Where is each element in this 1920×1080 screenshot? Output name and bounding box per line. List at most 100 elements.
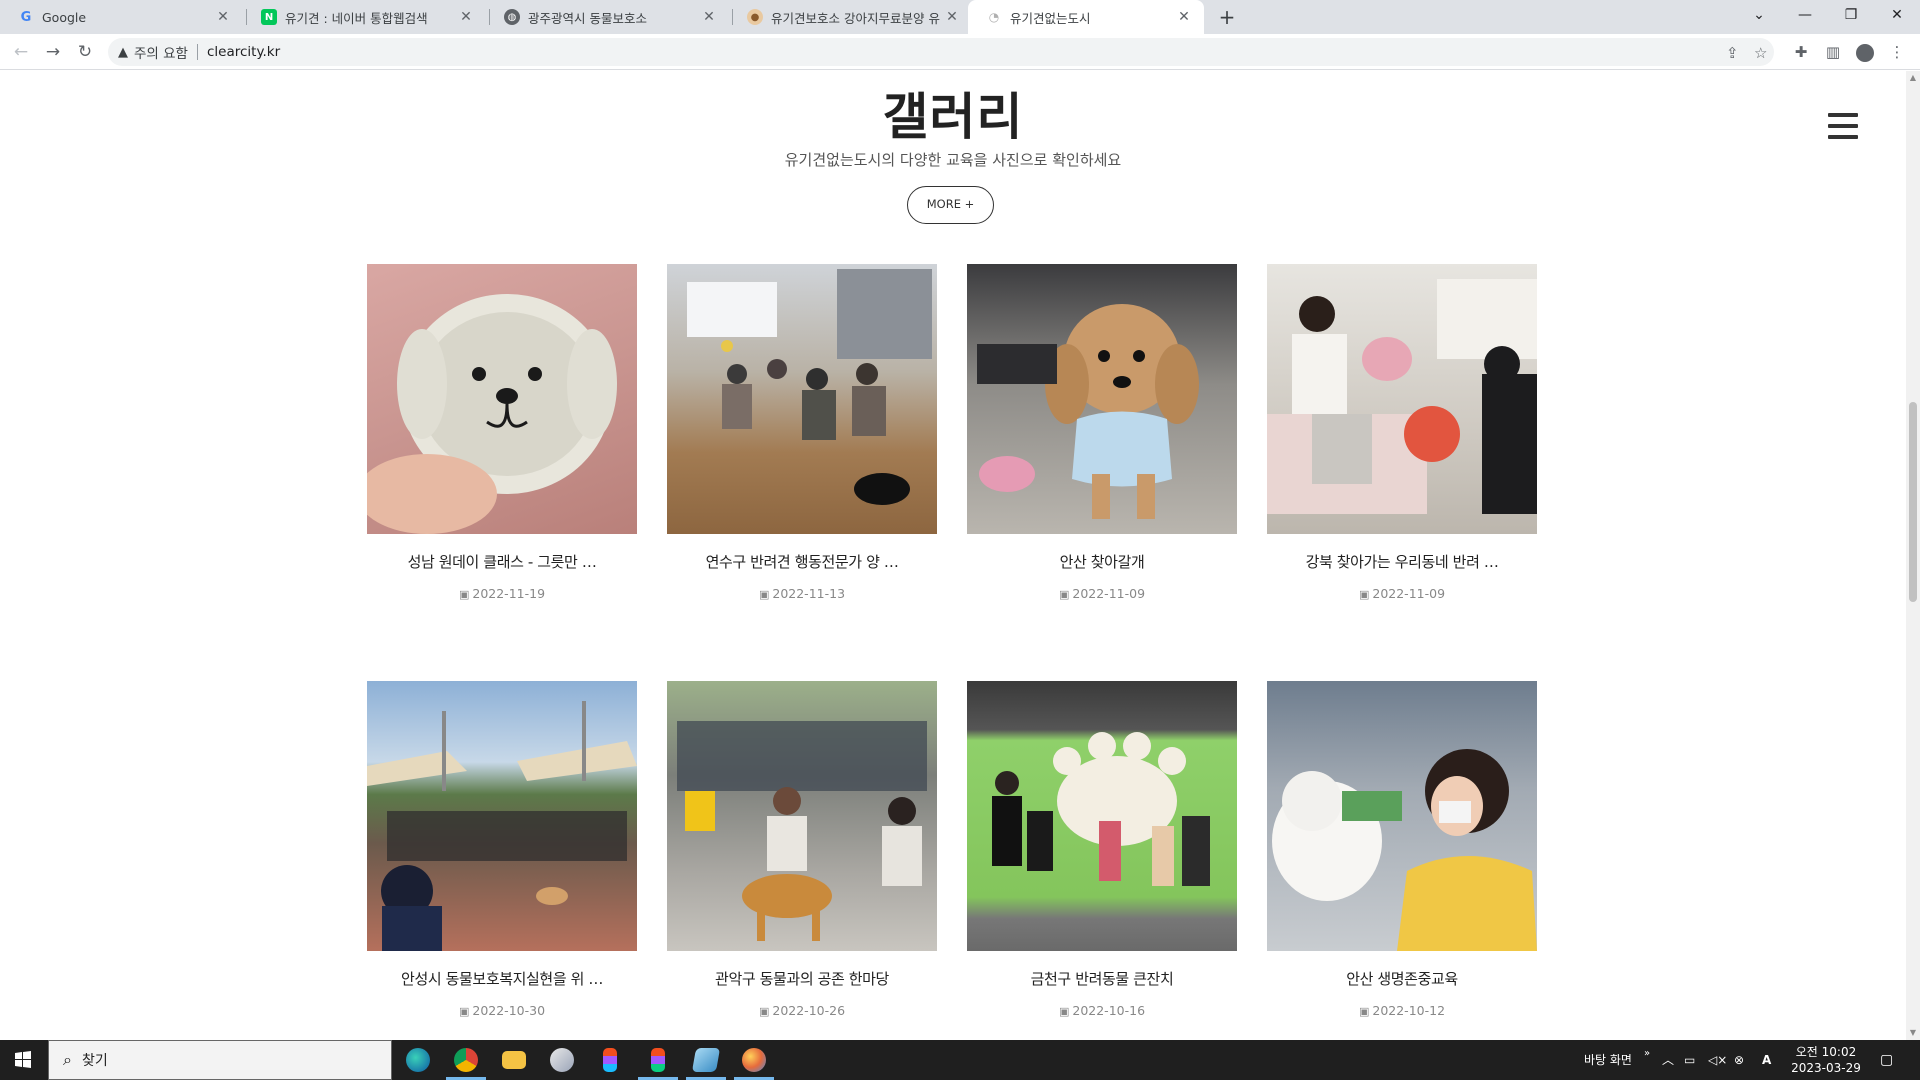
gallery-photo-outdoor-event[interactable] [367, 681, 637, 951]
tab-naver[interactable]: N 유기견 : 네이버 통합웹검색 ✕ [243, 0, 486, 34]
taskbar-paint-app[interactable] [538, 1040, 586, 1080]
new-tab-button[interactable]: + [1214, 4, 1240, 30]
taskbar-search-placeholder[interactable]: 찾기 [82, 1050, 108, 1070]
gallery-caption[interactable]: 성남 원데이 클래스 - 그릇만 … [367, 551, 637, 572]
close-window-button[interactable]: ✕ [1874, 0, 1920, 30]
taskbar-edge[interactable] [394, 1040, 442, 1080]
calendar-icon: ▣ [1058, 588, 1070, 601]
gallery-photo-poodle[interactable] [967, 264, 1237, 534]
scroll-up-arrow-icon[interactable]: ▲ [1906, 71, 1920, 85]
forward-button[interactable]: → [40, 39, 66, 65]
close-icon[interactable]: ✕ [944, 9, 960, 25]
scrollbar-thumb[interactable] [1909, 402, 1917, 602]
tab-clearcity[interactable]: ◔ 유기견없는도시 ✕ [968, 0, 1204, 34]
gallery-date-text: 2022-11-19 [472, 586, 546, 601]
tab-title: Google [42, 9, 87, 25]
side-panel-icon[interactable]: ▥ [1821, 40, 1845, 64]
gallery-caption[interactable]: 안산 찾아갈개 [967, 551, 1237, 572]
calendar-icon: ▣ [458, 1005, 470, 1018]
gallery-date: ▣ 2022-10-26 [667, 1003, 937, 1018]
tab-search-icon[interactable]: ⌄ [1736, 0, 1782, 30]
reload-button[interactable]: ↻ [72, 39, 98, 65]
taskbar-clock[interactable]: 오전 10:02 2023-03-29 [1786, 1044, 1866, 1076]
ime-indicator[interactable]: A [1762, 1040, 1771, 1080]
gallery-caption[interactable]: 안성시 동물보호복지실현을 위 … [367, 968, 637, 989]
minimize-button[interactable]: — [1782, 0, 1828, 30]
gallery-caption[interactable]: 강북 찾아가는 우리동네 반려 … [1267, 551, 1537, 572]
security-label[interactable]: 주의 요함 [134, 42, 188, 62]
gallery-caption[interactable]: 금천구 반려동물 큰잔치 [967, 968, 1237, 989]
dog-bowl-illustration [367, 294, 617, 534]
tab-title: 광주광역시 동물보호소 [528, 10, 647, 26]
calendar-icon: ▣ [1358, 588, 1370, 601]
close-icon[interactable]: ✕ [215, 9, 231, 25]
taskbar-notepad[interactable] [682, 1040, 730, 1080]
show-desktop-label[interactable]: 바탕 화면 [1584, 1040, 1632, 1080]
poodle-illustration [977, 304, 1199, 519]
taskbar-chrome[interactable] [442, 1040, 490, 1080]
gallery-card[interactable]: 안산 생명존중교육 ▣ 2022-10-12 [1267, 681, 1537, 1018]
gallery-date: ▣ 2022-11-09 [967, 586, 1237, 601]
tab-google[interactable]: G Google ✕ [0, 0, 243, 34]
gallery-date-text: 2022-10-16 [1072, 1003, 1146, 1018]
notification-center-icon[interactable]: ▢ [1880, 1040, 1893, 1080]
search-icon: ⌕ [63, 1050, 72, 1069]
extensions-icon[interactable]: ✚ [1789, 40, 1813, 64]
bookmark-star-icon[interactable]: ☆ [1754, 44, 1767, 62]
windows-start-button[interactable] [0, 1040, 46, 1080]
gallery-card[interactable]: 안성시 동물보호복지실현을 위 … ▣ 2022-10-30 [367, 681, 637, 1018]
gallery-caption[interactable]: 안산 생명존중교육 [1267, 968, 1537, 989]
gallery-photo-life-respect-class[interactable] [1267, 681, 1537, 951]
taskbar-figma-1[interactable] [586, 1040, 634, 1080]
classroom-illustration [687, 269, 932, 505]
menu-kebab-icon[interactable]: ⋮ [1885, 40, 1909, 64]
gallery-photo-classroom[interactable] [667, 264, 937, 534]
profile-avatar-icon[interactable] [1853, 40, 1877, 64]
gallery-caption[interactable]: 관악구 동물과의 공존 한마당 [667, 968, 937, 989]
tray-chevron-up-icon[interactable]: ︿ [1662, 1040, 1674, 1080]
gallery-photo-coexistence-festival[interactable] [667, 681, 937, 951]
back-button[interactable]: ← [8, 39, 34, 65]
warning-icon[interactable]: ▲ [118, 45, 128, 60]
tab-adoption[interactable]: ● 유기견보호소 강아지무료분양 유 ✕ [729, 0, 972, 34]
close-icon[interactable]: ✕ [701, 9, 717, 25]
notepad-icon [691, 1048, 721, 1072]
gallery-caption[interactable]: 연수구 반려견 행동전문가 양 … [667, 551, 937, 572]
scroll-down-arrow-icon[interactable]: ▼ [1906, 1026, 1920, 1040]
share-icon[interactable]: ⇪ [1726, 44, 1739, 62]
gallery-card[interactable]: 연수구 반려견 행동전문가 양 … ▣ 2022-11-13 [667, 264, 937, 601]
calendar-icon: ▣ [458, 588, 470, 601]
page-scrollbar[interactable]: ▲ ▼ [1906, 71, 1920, 1040]
calendar-icon: ▣ [1358, 1005, 1370, 1018]
close-icon[interactable]: ✕ [458, 9, 474, 25]
gallery-photo-dog-bowl[interactable] [367, 264, 637, 534]
gallery-card[interactable]: 성남 원데이 클래스 - 그릇만 … ▣ 2022-11-19 [367, 264, 637, 601]
gallery-photo-pet-festival[interactable] [967, 681, 1237, 951]
url-text[interactable]: clearcity.kr [207, 44, 280, 60]
status-x-icon[interactable]: ⊗ [1734, 1040, 1744, 1080]
volume-muted-icon[interactable]: ◁× [1708, 1040, 1727, 1080]
gallery-date: ▣ 2022-10-16 [967, 1003, 1237, 1018]
more-button[interactable]: MORE + [907, 186, 994, 224]
gallery-card[interactable]: 관악구 동물과의 공존 한마당 ▣ 2022-10-26 [667, 681, 937, 1018]
clock-time: 오전 10:02 [1795, 1045, 1857, 1059]
gallery-card[interactable]: 안산 찾아갈개 ▣ 2022-11-09 [967, 264, 1237, 601]
maximize-button[interactable]: ❐ [1828, 0, 1874, 30]
gallery-card[interactable]: 금천구 반려동물 큰잔치 ▣ 2022-10-16 [967, 681, 1237, 1018]
taskbar-paint-3d[interactable] [730, 1040, 778, 1080]
taskbar-file-explorer[interactable] [490, 1040, 538, 1080]
tray-overflow-icon[interactable]: » [1644, 1040, 1650, 1080]
gallery-photo-home-visit[interactable] [1267, 264, 1537, 534]
gallery-date-text: 2022-10-12 [1372, 1003, 1446, 1018]
network-icon[interactable]: ▭ [1684, 1040, 1695, 1080]
gallery-card[interactable]: 강북 찾아가는 우리동네 반려 … ▣ 2022-11-09 [1267, 264, 1537, 601]
chrome-icon [454, 1048, 478, 1072]
festival-illustration [677, 721, 927, 941]
taskbar-figma-2[interactable] [634, 1040, 682, 1080]
tab-gwangju-shelter[interactable]: ◍ 광주광역시 동물보호소 ✕ [486, 0, 729, 34]
address-bar[interactable]: ▲ 주의 요함 clearcity.kr ⇪ ☆ [108, 38, 1774, 66]
browser-tab-strip: G Google ✕ N 유기견 : 네이버 통합웹검색 ✕ ◍ 광주광역시 동… [0, 0, 1920, 34]
taskbar-search-box[interactable]: ⌕ 찾기 [48, 1040, 392, 1080]
hamburger-menu-icon[interactable] [1828, 113, 1858, 139]
close-icon[interactable]: ✕ [1176, 9, 1192, 25]
